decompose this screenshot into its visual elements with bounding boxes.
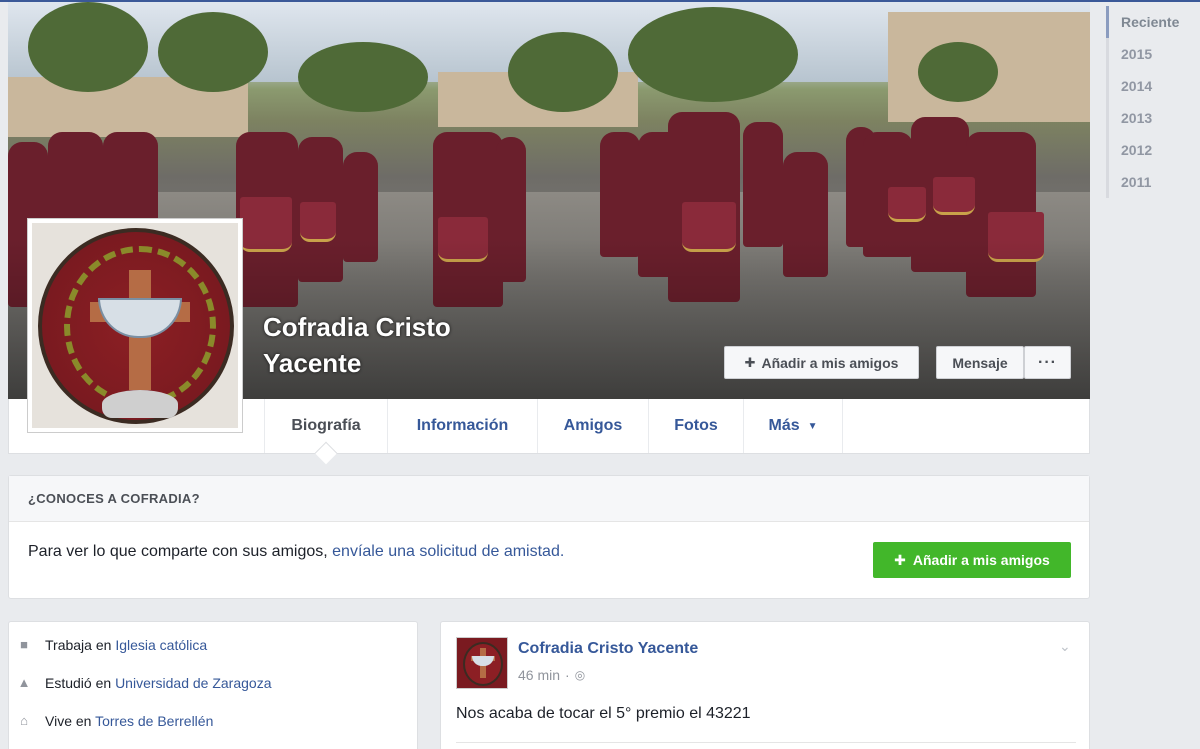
year-item-2013[interactable]: 2013 xyxy=(1106,102,1196,134)
post-author-link[interactable]: Cofradia Cristo Yacente xyxy=(518,640,698,658)
do-you-know-text: Para ver lo que comparte con sus amigos,… xyxy=(28,543,564,561)
profile-picture[interactable] xyxy=(27,218,243,433)
cover-tree xyxy=(28,2,148,92)
intro-home-link[interactable]: Torres de Berrellén xyxy=(95,713,213,729)
year-item-2012[interactable]: 2012 xyxy=(1106,134,1196,166)
home-icon: ⌂ xyxy=(20,713,28,728)
tab-mas-label: Más xyxy=(768,417,800,434)
post-avatar[interactable] xyxy=(456,637,508,689)
intro-work-link[interactable]: Iglesia católica xyxy=(115,637,207,653)
tab-amigos[interactable]: Amigos xyxy=(538,399,649,453)
cover-figure xyxy=(48,132,103,222)
caret-down-icon: ▼ xyxy=(807,420,818,432)
chevron-down-icon[interactable]: ⌄ xyxy=(1059,638,1071,655)
cover-figure xyxy=(103,132,158,222)
intro-home: ⌂ Vive en Torres de Berrellén xyxy=(17,711,213,731)
calvary-mound xyxy=(102,390,178,418)
profile-name[interactable]: Cofradia Cristo Yacente xyxy=(263,309,543,381)
intro-work-prefix: Trabaja en xyxy=(45,637,112,653)
cover-tree xyxy=(158,12,268,92)
timeline-year-nav: Reciente 2015 2014 2013 2012 2011 xyxy=(1106,6,1196,198)
timeline-post: Cofradia Cristo Yacente 46 min · ◎ ⌄ Nos… xyxy=(440,621,1090,749)
cover-drum xyxy=(888,187,926,222)
post-text: Nos acaba de tocar el 5° premio el 43221 xyxy=(456,705,751,722)
add-friend-green-label: Añadir a mis amigos xyxy=(912,552,1050,568)
tab-mas[interactable]: Más ▼ xyxy=(744,399,843,453)
cover-tree xyxy=(298,42,428,112)
post-meta-separator: · xyxy=(565,667,570,683)
briefcase-icon: ■ xyxy=(20,637,28,652)
person-plus-icon: ✚ xyxy=(894,551,906,568)
person-plus-icon: ✚ xyxy=(744,354,756,370)
do-you-know-prompt: Para ver lo que comparte con sus amigos, xyxy=(28,543,328,560)
do-you-know-card: ¿CONOCES A COFRADIA? Para ver lo que com… xyxy=(8,475,1090,599)
send-request-link[interactable]: envíale una solicitud de amistad. xyxy=(332,543,564,560)
ellipsis-icon: ··· xyxy=(1038,353,1057,371)
year-item-2014[interactable]: 2014 xyxy=(1106,70,1196,102)
cover-tree xyxy=(918,42,998,102)
cover-drum xyxy=(933,177,975,215)
profile-picture-image xyxy=(32,223,238,428)
cover-drum xyxy=(300,202,336,242)
post-divider xyxy=(456,742,1076,743)
add-friend-button[interactable]: ✚ Añadir a mis amigos xyxy=(724,346,919,379)
post-meta: 46 min · ◎ xyxy=(518,667,585,683)
intro-study: ▲ Estudió en Universidad de Zaragoza xyxy=(17,673,272,693)
cover-figure xyxy=(743,122,783,247)
tab-informacion[interactable]: Información xyxy=(388,399,538,453)
intro-home-prefix: Vive en xyxy=(45,713,92,729)
globe-icon[interactable]: ◎ xyxy=(575,668,585,682)
tab-fotos[interactable]: Fotos xyxy=(649,399,744,453)
add-friend-green-button[interactable]: ✚ Añadir a mis amigos xyxy=(873,542,1071,578)
intro-study-prefix: Estudió en xyxy=(45,675,112,691)
year-item-reciente[interactable]: Reciente xyxy=(1106,6,1196,38)
year-item-2015[interactable]: 2015 xyxy=(1106,38,1196,70)
graduation-cap-icon: ▲ xyxy=(17,675,31,690)
intro-work: ■ Trabaja en Iglesia católica xyxy=(17,635,207,655)
intro-study-link[interactable]: Universidad de Zaragoza xyxy=(115,675,271,691)
brotherhood-emblem xyxy=(38,228,234,424)
cover-tree xyxy=(628,7,798,102)
cover-tree xyxy=(508,32,618,112)
message-button[interactable]: Mensaje xyxy=(936,346,1024,379)
post-timestamp[interactable]: 46 min xyxy=(518,667,560,683)
do-you-know-heading: ¿CONOCES A COFRADIA? xyxy=(9,476,1089,522)
year-item-2011[interactable]: 2011 xyxy=(1106,166,1196,198)
add-friend-label: Añadir a mis amigos xyxy=(761,354,899,371)
more-options-button[interactable]: ··· xyxy=(1024,346,1071,379)
